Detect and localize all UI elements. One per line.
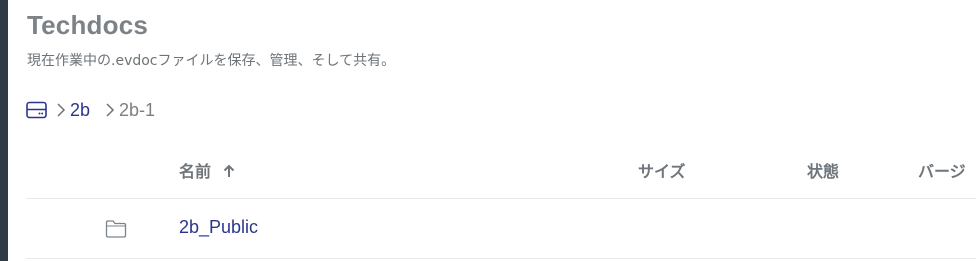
- column-header-name[interactable]: 名前: [179, 158, 235, 182]
- folder-icon: [105, 220, 127, 238]
- techdocs-page: Techdocs 現在作業中の.evdocファイルを保存、管理、そして共有。 2…: [0, 0, 976, 261]
- column-header-name-label: 名前: [179, 162, 212, 181]
- chevron-right-icon: [47, 103, 70, 117]
- left-edge-bar: [0, 0, 8, 261]
- page-subtitle: 現在作業中の.evdocファイルを保存、管理、そして共有。: [27, 53, 396, 69]
- column-header-status[interactable]: 状態: [807, 158, 839, 182]
- column-header-size[interactable]: サイズ: [638, 158, 686, 182]
- file-name-link[interactable]: 2b_Public: [179, 217, 258, 238]
- page-title: Techdocs: [27, 10, 149, 40]
- table-header: 名前 サイズ 状態 バージ: [26, 150, 976, 190]
- table-row[interactable]: 2b_Public: [26, 200, 976, 258]
- chevron-right-icon: [96, 103, 119, 117]
- drive-icon[interactable]: [26, 101, 47, 119]
- breadcrumb-item-2b-1: 2b-1: [119, 99, 156, 120]
- row-divider: [26, 258, 976, 259]
- breadcrumb: 2b 2b-1: [26, 98, 155, 122]
- row-divider: [26, 198, 976, 199]
- arrow-up-icon: [223, 164, 235, 177]
- column-header-version[interactable]: バージ: [918, 158, 966, 182]
- breadcrumb-item-2b[interactable]: 2b: [70, 100, 90, 121]
